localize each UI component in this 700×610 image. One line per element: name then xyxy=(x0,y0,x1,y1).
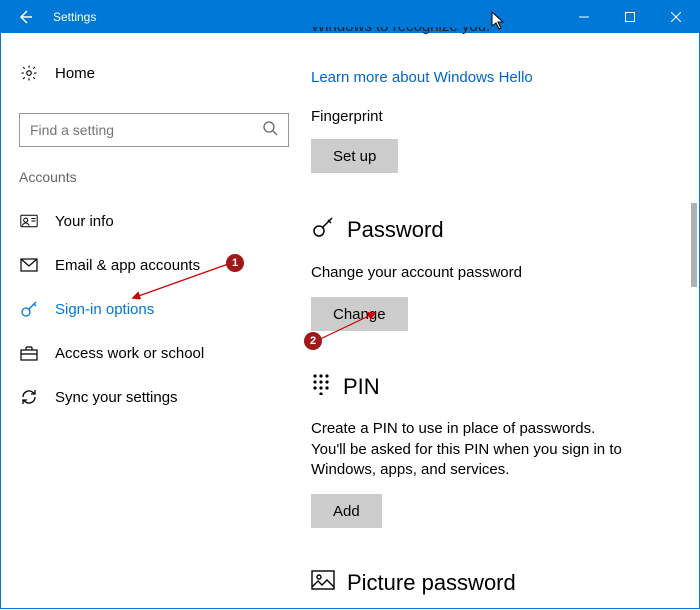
key-icon xyxy=(311,215,335,245)
window-title: Settings xyxy=(53,10,96,24)
section-label: Accounts xyxy=(19,169,283,185)
fingerprint-label: Fingerprint xyxy=(311,108,679,125)
section-title-text: PIN xyxy=(343,374,380,400)
mail-icon xyxy=(19,258,39,272)
back-button[interactable] xyxy=(1,1,49,33)
briefcase-icon xyxy=(19,345,39,361)
sidebar-item-your-info[interactable]: Your info xyxy=(19,199,283,243)
keypad-icon xyxy=(311,373,331,401)
gear-icon xyxy=(19,64,39,82)
nav-label: Email & app accounts xyxy=(55,257,200,274)
fingerprint-setup-button[interactable]: Set up xyxy=(311,139,398,173)
hello-link[interactable]: Learn more about Windows Hello xyxy=(311,69,679,86)
search-box[interactable] xyxy=(19,113,289,147)
pin-heading: PIN xyxy=(311,373,679,401)
home-button[interactable]: Home xyxy=(19,51,283,95)
person-icon xyxy=(19,213,39,229)
scrollbar-thumb[interactable] xyxy=(691,203,697,287)
home-label: Home xyxy=(55,65,95,82)
sidebar-item-workschool[interactable]: Access work or school xyxy=(19,331,283,375)
password-desc: Change your account password xyxy=(311,263,631,283)
sync-icon xyxy=(19,388,39,406)
content-pane: Windows to recognize you. Learn more abo… xyxy=(301,33,699,608)
pin-add-button[interactable]: Add xyxy=(311,494,382,528)
nav-label: Access work or school xyxy=(55,345,204,362)
section-title-text: Password xyxy=(347,217,444,243)
password-change-button[interactable]: Change xyxy=(311,297,408,331)
password-heading: Password xyxy=(311,215,679,245)
sidebar: Home Accounts Your info Email & app acco… xyxy=(1,33,301,608)
annotation-badge-1: 1 xyxy=(226,254,244,272)
nav-label: Sign-in options xyxy=(55,301,154,318)
nav-label: Sync your settings xyxy=(55,389,178,406)
picture-password-heading: Picture password xyxy=(311,570,679,596)
annotation-badge-2: 2 xyxy=(304,332,322,350)
key-icon xyxy=(19,300,39,318)
nav-label: Your info xyxy=(55,213,114,230)
search-icon xyxy=(262,120,278,141)
picture-icon xyxy=(311,570,335,596)
section-title-text: Picture password xyxy=(347,570,516,596)
pin-desc: Create a PIN to use in place of password… xyxy=(311,419,631,480)
truncated-text: Windows to recognize you. xyxy=(311,27,679,37)
sidebar-item-signin[interactable]: Sign-in options xyxy=(19,287,283,331)
sidebar-item-sync[interactable]: Sync your settings xyxy=(19,375,283,419)
search-input[interactable] xyxy=(30,122,262,138)
